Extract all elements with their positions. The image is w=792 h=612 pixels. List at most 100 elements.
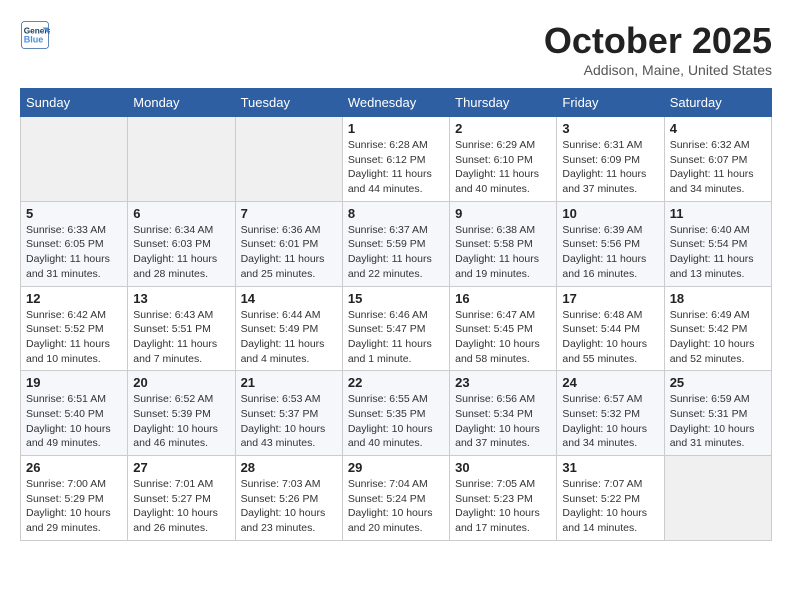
calendar-cell: 29 Sunrise: 7:04 AMSunset: 5:24 PMDayligh… <box>342 456 449 541</box>
day-number: 5 <box>26 206 122 221</box>
day-info: Sunrise: 7:00 AMSunset: 5:29 PMDaylight:… <box>26 477 122 536</box>
day-info: Sunrise: 6:33 AMSunset: 6:05 PMDaylight:… <box>26 223 122 282</box>
day-info: Sunrise: 7:01 AMSunset: 5:27 PMDaylight:… <box>133 477 229 536</box>
week-row-1: 1 Sunrise: 6:28 AMSunset: 6:12 PMDaylight… <box>21 117 772 202</box>
day-info: Sunrise: 6:36 AMSunset: 6:01 PMDaylight:… <box>241 223 337 282</box>
week-row-4: 19Sunrise: 6:51 AMSunset: 5:40 PMDayligh… <box>21 371 772 456</box>
day-info: Sunrise: 6:40 AMSunset: 5:54 PMDaylight:… <box>670 223 766 282</box>
month-title: October 2025 <box>544 20 772 62</box>
day-info: Sunrise: 7:04 AMSunset: 5:24 PMDaylight:… <box>348 477 444 536</box>
calendar-cell: 30Sunrise: 7:05 AMSunset: 5:23 PMDayligh… <box>450 456 557 541</box>
calendar-cell: 5 Sunrise: 6:33 AMSunset: 6:05 PMDaylight… <box>21 201 128 286</box>
calendar-cell: 18Sunrise: 6:49 AMSunset: 5:42 PMDayligh… <box>664 286 771 371</box>
calendar-cell: 24 Sunrise: 6:57 AMSunset: 5:32 PMDayligh… <box>557 371 664 456</box>
day-number: 23 <box>455 375 551 390</box>
weekday-header-thursday: Thursday <box>450 89 557 117</box>
day-info: Sunrise: 6:34 AMSunset: 6:03 PMDaylight:… <box>133 223 229 282</box>
day-number: 6 <box>133 206 229 221</box>
day-number: 8 <box>348 206 444 221</box>
day-number: 22 <box>348 375 444 390</box>
calendar-cell: 8 Sunrise: 6:37 AMSunset: 5:59 PMDaylight… <box>342 201 449 286</box>
calendar-cell: 22Sunrise: 6:55 AMSunset: 5:35 PMDayligh… <box>342 371 449 456</box>
day-info: Sunrise: 6:59 AMSunset: 5:31 PMDaylight:… <box>670 392 766 451</box>
day-number: 13 <box>133 291 229 306</box>
day-number: 15 <box>348 291 444 306</box>
logo: General Blue <box>20 20 52 50</box>
weekday-header-row: SundayMondayTuesdayWednesdayThursdayFrid… <box>21 89 772 117</box>
day-number: 4 <box>670 121 766 136</box>
calendar-cell <box>128 117 235 202</box>
day-number: 19 <box>26 375 122 390</box>
calendar-cell: 31 Sunrise: 7:07 AMSunset: 5:22 PMDayligh… <box>557 456 664 541</box>
day-number: 10 <box>562 206 658 221</box>
weekday-header-friday: Friday <box>557 89 664 117</box>
day-info: Sunrise: 6:56 AMSunset: 5:34 PMDaylight:… <box>455 392 551 451</box>
calendar-cell: 21 Sunrise: 6:53 AMSunset: 5:37 PMDayligh… <box>235 371 342 456</box>
day-info: Sunrise: 6:29 AMSunset: 6:10 PMDaylight:… <box>455 138 551 197</box>
day-info: Sunrise: 6:43 AMSunset: 5:51 PMDaylight:… <box>133 308 229 367</box>
day-info: Sunrise: 6:37 AMSunset: 5:59 PMDaylight:… <box>348 223 444 282</box>
svg-text:Blue: Blue <box>24 35 44 45</box>
calendar-cell: 17 Sunrise: 6:48 AMSunset: 5:44 PMDayligh… <box>557 286 664 371</box>
day-number: 27 <box>133 460 229 475</box>
weekday-header-sunday: Sunday <box>21 89 128 117</box>
day-number: 20 <box>133 375 229 390</box>
calendar-cell: 23 Sunrise: 6:56 AMSunset: 5:34 PMDayligh… <box>450 371 557 456</box>
day-info: Sunrise: 7:03 AMSunset: 5:26 PMDaylight:… <box>241 477 337 536</box>
logo-icon: General Blue <box>20 20 50 50</box>
day-number: 16 <box>455 291 551 306</box>
day-number: 30 <box>455 460 551 475</box>
calendar-cell: 15 Sunrise: 6:46 AMSunset: 5:47 PMDayligh… <box>342 286 449 371</box>
day-number: 26 <box>26 460 122 475</box>
weekday-header-saturday: Saturday <box>664 89 771 117</box>
day-info: Sunrise: 6:31 AMSunset: 6:09 PMDaylight:… <box>562 138 658 197</box>
day-number: 31 <box>562 460 658 475</box>
calendar-cell: 28 Sunrise: 7:03 AMSunset: 5:26 PMDayligh… <box>235 456 342 541</box>
calendar-cell: 16Sunrise: 6:47 AMSunset: 5:45 PMDayligh… <box>450 286 557 371</box>
day-info: Sunrise: 6:46 AMSunset: 5:47 PMDaylight:… <box>348 308 444 367</box>
week-row-3: 12 Sunrise: 6:42 AMSunset: 5:52 PMDayligh… <box>21 286 772 371</box>
calendar-cell: 1 Sunrise: 6:28 AMSunset: 6:12 PMDaylight… <box>342 117 449 202</box>
day-number: 11 <box>670 206 766 221</box>
day-number: 28 <box>241 460 337 475</box>
day-info: Sunrise: 6:48 AMSunset: 5:44 PMDaylight:… <box>562 308 658 367</box>
calendar-cell: 14Sunrise: 6:44 AMSunset: 5:49 PMDayligh… <box>235 286 342 371</box>
calendar-cell: 4 Sunrise: 6:32 AMSunset: 6:07 PMDaylight… <box>664 117 771 202</box>
day-number: 18 <box>670 291 766 306</box>
day-info: Sunrise: 6:39 AMSunset: 5:56 PMDaylight:… <box>562 223 658 282</box>
weekday-header-monday: Monday <box>128 89 235 117</box>
calendar-cell: 11 Sunrise: 6:40 AMSunset: 5:54 PMDayligh… <box>664 201 771 286</box>
day-number: 3 <box>562 121 658 136</box>
calendar-cell <box>235 117 342 202</box>
day-number: 7 <box>241 206 337 221</box>
day-info: Sunrise: 6:52 AMSunset: 5:39 PMDaylight:… <box>133 392 229 451</box>
day-number: 1 <box>348 121 444 136</box>
day-info: Sunrise: 7:07 AMSunset: 5:22 PMDaylight:… <box>562 477 658 536</box>
calendar-cell: 27 Sunrise: 7:01 AMSunset: 5:27 PMDayligh… <box>128 456 235 541</box>
calendar-cell <box>21 117 128 202</box>
week-row-5: 26 Sunrise: 7:00 AMSunset: 5:29 PMDayligh… <box>21 456 772 541</box>
week-row-2: 5 Sunrise: 6:33 AMSunset: 6:05 PMDaylight… <box>21 201 772 286</box>
day-number: 25 <box>670 375 766 390</box>
day-number: 29 <box>348 460 444 475</box>
calendar-cell: 9Sunrise: 6:38 AMSunset: 5:58 PMDaylight… <box>450 201 557 286</box>
calendar-cell: 7 Sunrise: 6:36 AMSunset: 6:01 PMDaylight… <box>235 201 342 286</box>
day-info: Sunrise: 6:28 AMSunset: 6:12 PMDaylight:… <box>348 138 444 197</box>
location-subtitle: Addison, Maine, United States <box>544 62 772 78</box>
day-info: Sunrise: 6:44 AMSunset: 5:49 PMDaylight:… <box>241 308 337 367</box>
day-info: Sunrise: 6:42 AMSunset: 5:52 PMDaylight:… <box>26 308 122 367</box>
calendar-cell: 19Sunrise: 6:51 AMSunset: 5:40 PMDayligh… <box>21 371 128 456</box>
day-info: Sunrise: 6:57 AMSunset: 5:32 PMDaylight:… <box>562 392 658 451</box>
calendar-table: SundayMondayTuesdayWednesdayThursdayFrid… <box>20 88 772 541</box>
day-number: 24 <box>562 375 658 390</box>
day-info: Sunrise: 6:53 AMSunset: 5:37 PMDaylight:… <box>241 392 337 451</box>
weekday-header-tuesday: Tuesday <box>235 89 342 117</box>
day-number: 17 <box>562 291 658 306</box>
day-number: 21 <box>241 375 337 390</box>
calendar-cell: 12 Sunrise: 6:42 AMSunset: 5:52 PMDayligh… <box>21 286 128 371</box>
calendar-cell <box>664 456 771 541</box>
page-header: General Blue October 2025 Addison, Maine… <box>20 20 772 78</box>
calendar-cell: 13 Sunrise: 6:43 AMSunset: 5:51 PMDayligh… <box>128 286 235 371</box>
day-number: 12 <box>26 291 122 306</box>
day-info: Sunrise: 6:32 AMSunset: 6:07 PMDaylight:… <box>670 138 766 197</box>
